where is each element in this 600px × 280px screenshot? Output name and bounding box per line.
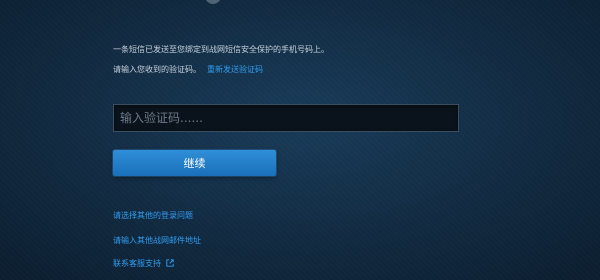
external-link-icon <box>166 259 174 269</box>
other-email-link[interactable]: 请输入其他战网邮件地址 <box>113 235 201 246</box>
background-texture <box>0 0 600 280</box>
other-login-issue-link[interactable]: 请选择其他的登录问题 <box>113 210 193 221</box>
contact-support-link[interactable]: 联系客服支持 <box>113 258 174 269</box>
code-prompt-line: 请输入您收到的验证码。 重新发送验证码 <box>113 64 263 75</box>
header-partial-logo <box>205 0 221 4</box>
resend-code-link[interactable]: 重新发送验证码 <box>207 65 263 74</box>
verification-code-input[interactable] <box>113 104 459 132</box>
continue-button[interactable]: 继续 <box>113 150 276 176</box>
contact-support-label: 联系客服支持 <box>113 259 161 268</box>
sms-sent-message: 一条短信已发送至您绑定到战网短信安全保护的手机号码上。 <box>113 45 329 54</box>
code-prompt-text: 请输入您收到的验证码。 <box>113 65 201 74</box>
